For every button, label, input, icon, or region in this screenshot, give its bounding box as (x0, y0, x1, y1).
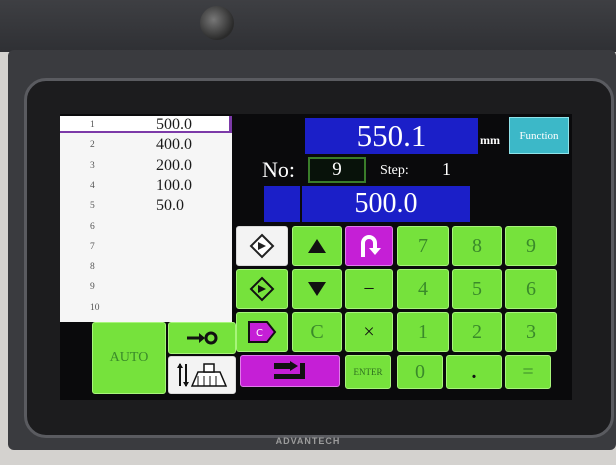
undo-button[interactable] (345, 226, 393, 266)
program-insert-button[interactable] (236, 269, 288, 309)
key-5[interactable]: 5 (452, 269, 502, 309)
up-button[interactable] (292, 226, 342, 266)
list-item-value: 50.0 (156, 197, 184, 215)
sequence-button[interactable]: C (236, 312, 288, 352)
key-7[interactable]: 7 (397, 226, 449, 266)
list-item-number: 2 (90, 140, 95, 151)
auto-button[interactable]: AUTO (92, 322, 166, 394)
list-item-number: 8 (90, 262, 95, 273)
list-item-number: 9 (90, 282, 95, 293)
list-item[interactable]: 5 50.0 (60, 197, 232, 214)
clear-key[interactable]: C (292, 312, 342, 352)
key-6[interactable]: 6 (505, 269, 557, 309)
screw (200, 6, 234, 40)
unit-label: mm (480, 133, 500, 147)
list-item-number: 10 (90, 302, 100, 313)
set-display-indicator (264, 186, 300, 222)
key-3[interactable]: 3 (505, 312, 557, 352)
program-edit-button[interactable] (236, 226, 288, 266)
step-label: Step: (380, 163, 409, 178)
list-item-number: 6 (90, 221, 95, 232)
function-button[interactable]: Function (509, 117, 569, 154)
advance-icon (274, 361, 305, 379)
up-arrow-icon (308, 239, 326, 253)
list-item-value: 500.0 (156, 116, 192, 133)
dot-key[interactable]: . (446, 355, 502, 389)
undo-icon (361, 235, 381, 257)
no-field[interactable]: 9 (308, 157, 366, 183)
multiply-key[interactable]: × (345, 312, 393, 352)
device-casing (0, 0, 616, 52)
list-item-number: 3 (90, 160, 95, 171)
clamp-adjust-icon (177, 363, 228, 387)
list-item-value: 200.0 (156, 156, 192, 174)
list-item[interactable]: 2 400.0 (60, 136, 232, 153)
list-item[interactable]: 7 (60, 241, 232, 255)
list-item[interactable]: 1 500.0 (60, 116, 232, 133)
list-item-number: 5 (90, 201, 95, 212)
key-8[interactable]: 8 (452, 226, 502, 266)
brand-label: ADVANTECH (275, 436, 341, 446)
key-2[interactable]: 2 (452, 312, 502, 352)
key-9[interactable]: 9 (505, 226, 557, 266)
backgauge-icon (187, 331, 218, 345)
backgauge-button[interactable] (168, 322, 236, 354)
down-button[interactable] (292, 269, 342, 309)
list-item[interactable]: 9 (60, 281, 232, 295)
list-item-number: 1 (90, 120, 95, 130)
list-item-value: 100.0 (156, 176, 192, 194)
enter-key[interactable]: ENTER (345, 355, 391, 389)
program-edit-icon (249, 233, 275, 259)
list-item-number: 4 (90, 180, 95, 191)
list-item[interactable]: 10 (60, 302, 232, 316)
clamp-adjust-button[interactable] (168, 356, 236, 394)
list-item[interactable]: 8 (60, 261, 232, 275)
key-4[interactable]: 4 (397, 269, 449, 309)
key-0[interactable]: 0 (397, 355, 443, 389)
down-arrow-icon (308, 282, 326, 296)
equals-key[interactable]: = (505, 355, 551, 389)
set-value-display[interactable]: 500.0 (302, 186, 470, 222)
no-label: No: (262, 157, 295, 182)
program-insert-icon (249, 276, 275, 302)
list-item-value: 400.0 (156, 136, 192, 154)
sequence-icon: C (248, 321, 277, 343)
list-item[interactable]: 3 200.0 (60, 157, 232, 174)
svg-text:C: C (256, 328, 263, 339)
position-display: 550.1 (305, 118, 478, 154)
list-item[interactable]: 4 100.0 (60, 177, 232, 194)
key-1[interactable]: 1 (397, 312, 449, 352)
list-item[interactable]: 6 (60, 221, 232, 235)
list-item-number: 7 (90, 241, 95, 252)
step-value: 1 (442, 159, 451, 179)
advance-button[interactable] (240, 355, 340, 387)
minus-key[interactable]: − (345, 269, 393, 309)
